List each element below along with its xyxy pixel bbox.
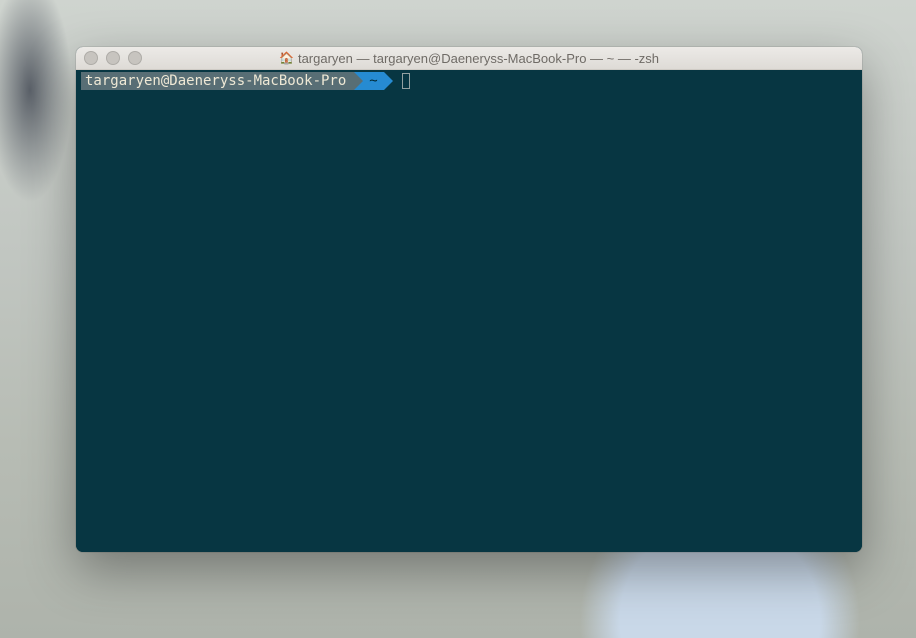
traffic-lights	[84, 51, 142, 65]
zoom-button[interactable]	[128, 51, 142, 65]
window-titlebar[interactable]: 🏠 targaryen — targaryen@Daeneryss-MacBoo…	[76, 47, 862, 70]
prompt-line: targaryen@Daeneryss-MacBook-Pro ~	[81, 72, 857, 90]
prompt-user-host-segment: targaryen@Daeneryss-MacBook-Pro	[81, 72, 354, 90]
home-icon: 🏠	[279, 52, 292, 65]
window-title: 🏠 targaryen — targaryen@Daeneryss-MacBoo…	[76, 51, 862, 66]
terminal-body[interactable]: targaryen@Daeneryss-MacBook-Pro ~	[76, 70, 862, 552]
close-button[interactable]	[84, 51, 98, 65]
terminal-window: 🏠 targaryen — targaryen@Daeneryss-MacBoo…	[76, 47, 862, 552]
minimize-button[interactable]	[106, 51, 120, 65]
window-title-text: targaryen — targaryen@Daeneryss-MacBook-…	[298, 51, 659, 66]
terminal-cursor	[402, 73, 410, 89]
